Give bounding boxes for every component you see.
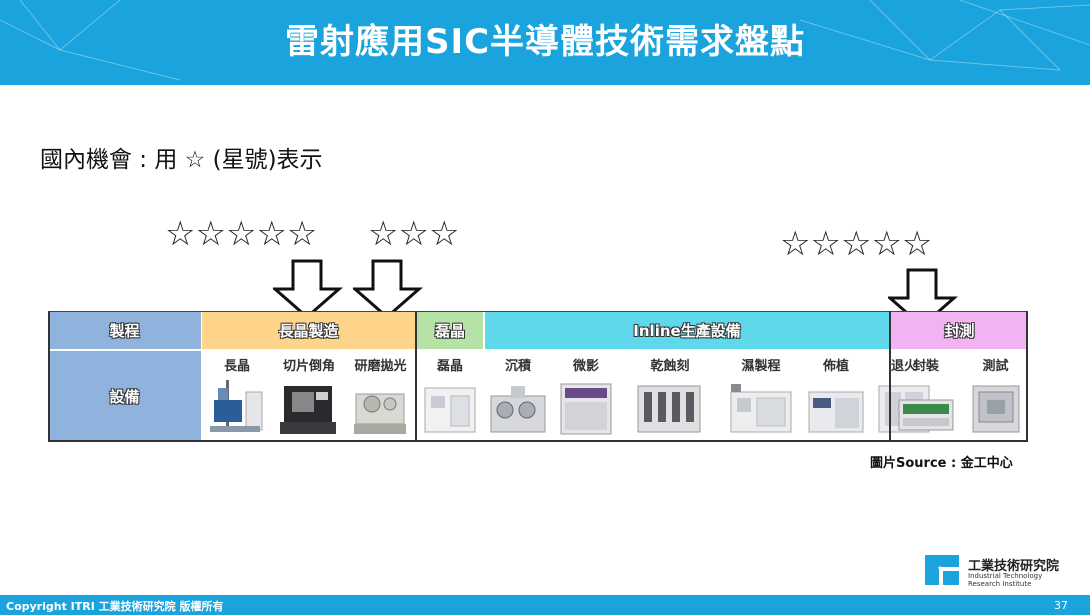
equipment-item: 濕製程 [721, 351, 801, 441]
row-label-equipment: 設備 [48, 351, 201, 441]
lithography-tool-icon [560, 383, 612, 435]
page-number: 37 [1054, 599, 1068, 612]
divider [889, 311, 891, 442]
image-source-caption: 圖片Source : 金工中心 [870, 456, 1013, 471]
dry-etch-tool-icon [637, 385, 701, 433]
equipment-item: 長晶 [202, 351, 272, 441]
divider [48, 311, 50, 442]
star-rating-epitaxy: ☆☆☆ [368, 214, 460, 254]
packaging-machine-icon [898, 399, 954, 431]
equipment-item: 磊晶 [417, 351, 483, 441]
title-banner: 雷射應用SIC半導體技術需求盤點 [0, 0, 1090, 85]
equipment-item: 沉積 [485, 351, 551, 441]
category-crystal-growth: 長晶製造 [202, 312, 415, 349]
footer-bar: Copyright ITRI 工業技術研究院 版權所有 37 [0, 595, 1090, 615]
star-rating-packaging: ☆☆☆☆☆ [780, 224, 933, 264]
page-title: 雷射應用SIC半導體技術需求盤點 [284, 22, 806, 62]
itri-logo-icon [925, 555, 959, 585]
equipment-item: 切片倒角 [274, 351, 344, 441]
process-equipment-table: 製程 設備 長晶製造 磊晶 Inline生產設備 封測 長晶 切片倒角 研磨拋光 [48, 311, 1028, 442]
category-inline-equipment: Inline生產設備 [485, 312, 889, 349]
divider [48, 440, 1028, 442]
equipment-item: 佈植 [803, 351, 869, 441]
star-rating-crystal: ☆☆☆☆☆ [165, 214, 318, 254]
category-epitaxy: 磊晶 [417, 312, 483, 349]
wet-process-tool-icon [730, 384, 792, 433]
ion-implant-tool-icon [808, 391, 864, 433]
polishing-machine-icon [353, 393, 406, 434]
crystal-growth-machine-icon [210, 380, 263, 432]
wafer-slicing-machine-icon [280, 386, 336, 434]
row-label-process: 製程 [48, 312, 201, 349]
divider [415, 311, 417, 442]
epitaxy-reactor-icon [424, 387, 476, 433]
equipment-item: 研磨拋光 [346, 351, 415, 441]
copyright-text: Copyright ITRI 工業技術研究院 版權所有 [6, 600, 224, 613]
divider [1026, 311, 1028, 442]
test-chamber-icon [972, 385, 1019, 433]
category-packaging-test: 封測 [891, 312, 1028, 349]
subtitle: 國內機會 : 用 ☆ (星號)表示 [40, 147, 323, 173]
equipment-item: 封裝 [891, 351, 961, 441]
equipment-item: 乾蝕刻 [621, 351, 719, 441]
equipment-item: 微影 [553, 351, 619, 441]
logo-english-name: Industrial Technology Research Institute [968, 572, 1043, 588]
deposition-tool-icon [490, 386, 546, 433]
equipment-item: 測試 [963, 351, 1028, 441]
